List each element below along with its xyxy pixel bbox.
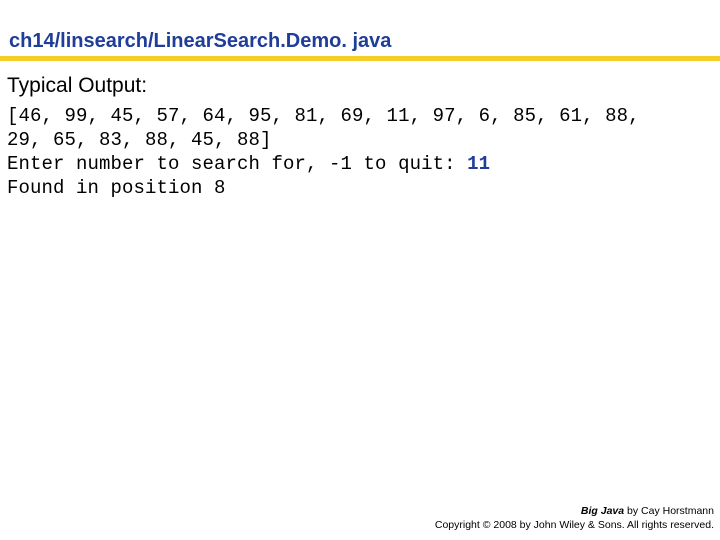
footer-author: by Cay Horstmann [624, 505, 714, 517]
console-user-input-echo: 11 [467, 153, 491, 175]
title-underline-rule [0, 56, 720, 61]
console-line-3: Enter number to search for, -1 to quit: … [7, 152, 713, 176]
slide-footer: Big Java by Cay Horstmann Copyright © 20… [435, 504, 714, 532]
page-title: ch14/linsearch/LinearSearch.Demo. java [9, 30, 392, 52]
footer-book-title: Big Java [580, 505, 625, 517]
footer-copyright: Copyright © 2008 by John Wiley & Sons. A… [434, 519, 714, 531]
section-heading: Typical Output: [7, 74, 148, 97]
console-line-2: 29, 65, 83, 88, 45, 88] [7, 129, 272, 151]
footer-attribution: Big Java by Cay Horstmann [435, 504, 714, 518]
console-line-1: [46, 99, 45, 57, 64, 95, 81, 69, 11, 97,… [7, 105, 640, 127]
console-line-4: Found in position 8 [7, 177, 226, 199]
console-output-block: [46, 99, 45, 57, 64, 95, 81, 69, 11, 97,… [7, 104, 713, 200]
slide-canvas: ch14/linsearch/LinearSearch.Demo. java T… [0, 0, 720, 540]
console-prompt-text: Enter number to search for, -1 to quit: [7, 153, 468, 175]
